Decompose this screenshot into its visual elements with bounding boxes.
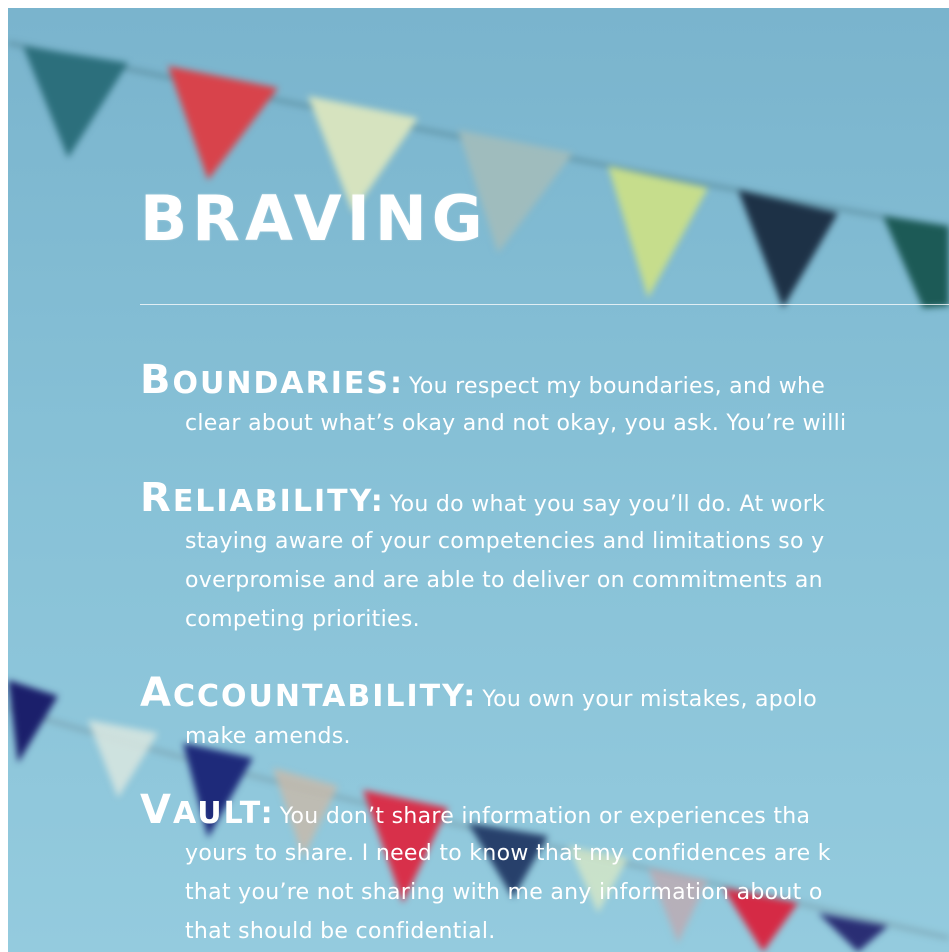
item-line: that you’re not sharing with me any info…	[185, 880, 823, 905]
term-boundaries: BOUNDARIES:	[140, 357, 404, 403]
item-line: clear about what’s okay and not okay, yo…	[185, 411, 847, 436]
braving-text-panel: BRAVING BOUNDARIES: You respect my bound…	[8, 8, 949, 952]
item-line: competing priorities.	[185, 607, 420, 632]
term-vault: VAULT:	[140, 787, 275, 833]
item-first-line: You respect my boundaries, and whe	[409, 374, 826, 399]
item-first-line: You own your mistakes, apolo	[482, 687, 818, 712]
item-boundaries: BOUNDARIES: You respect my boundaries, a…	[140, 356, 949, 443]
page-title: BRAVING	[140, 182, 488, 255]
item-accountability: ACCOUNTABILITY: You own your mistakes, a…	[140, 669, 949, 756]
item-first-line: You don’t share information or experienc…	[279, 804, 811, 829]
title-divider	[140, 304, 949, 305]
item-reliability: RELIABILITY: You do what you say you’ll …	[140, 474, 949, 639]
poster-image: BRAVING BOUNDARIES: You respect my bound…	[8, 8, 949, 952]
item-vault: VAULT: You don’t share information or ex…	[140, 786, 949, 951]
item-line: staying aware of your competencies and l…	[185, 529, 825, 554]
item-first-line: You do what you say you’ll do. At work	[389, 492, 826, 517]
item-line: yours to share. I need to know that my c…	[185, 841, 831, 866]
term-reliability: RELIABILITY:	[140, 475, 385, 521]
item-line: that should be confidential.	[185, 919, 496, 944]
term-accountability: ACCOUNTABILITY:	[140, 670, 478, 716]
item-line: overpromise and are able to deliver on c…	[185, 568, 823, 593]
item-line: make amends.	[185, 724, 351, 749]
